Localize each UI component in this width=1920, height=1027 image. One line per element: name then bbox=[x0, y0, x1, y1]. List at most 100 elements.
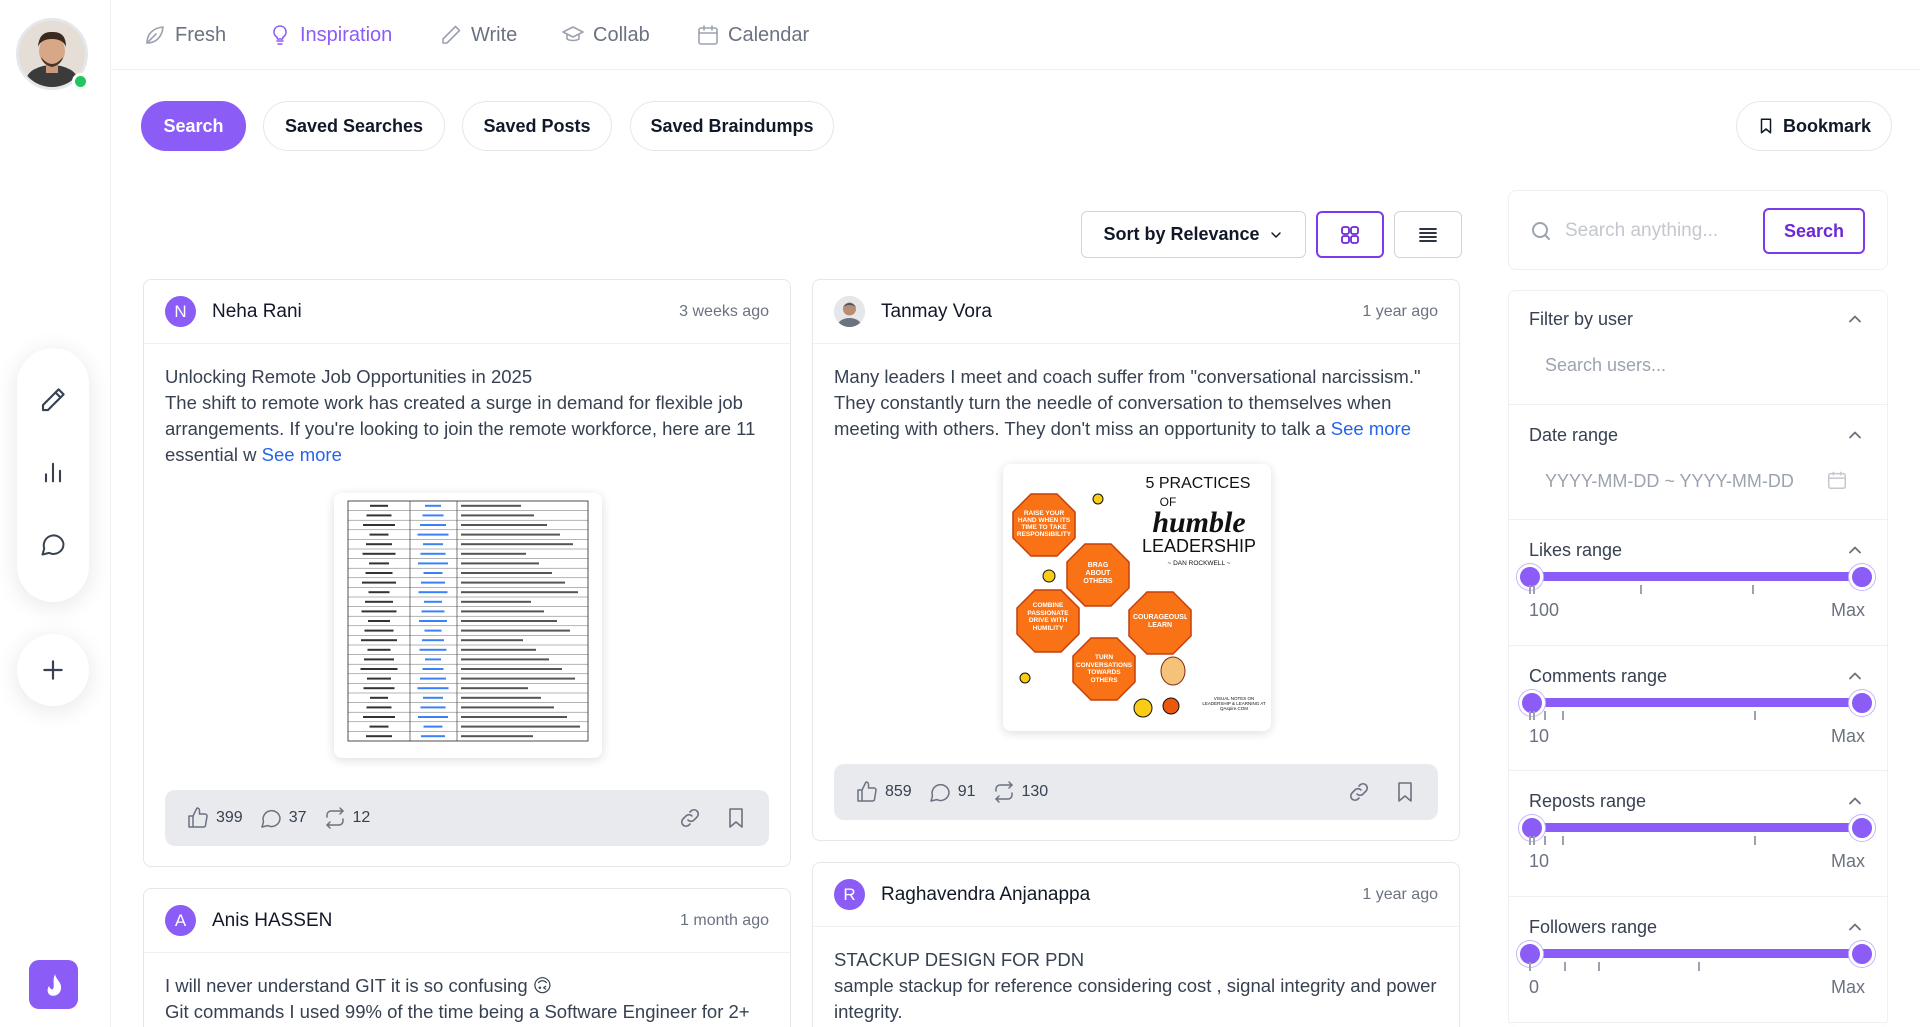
bookmark-icon bbox=[1760, 118, 1772, 134]
reposts-stat[interactable]: 130 bbox=[992, 780, 1048, 804]
sort-label: Sort by Relevance bbox=[1103, 224, 1260, 244]
user-search-input[interactable] bbox=[1545, 351, 1845, 379]
range-max-label: Max bbox=[1831, 977, 1866, 997]
tab-saved-braindumps[interactable]: Saved Braindumps bbox=[630, 101, 834, 151]
bookmark-icon[interactable] bbox=[724, 806, 748, 830]
search-icon bbox=[1532, 222, 1550, 240]
likes-stat[interactable]: 399 bbox=[186, 806, 243, 830]
filter-user-section: Filter by user bbox=[1509, 291, 1887, 405]
chevron-up-icon[interactable] bbox=[1845, 309, 1865, 329]
comment-icon bbox=[260, 809, 281, 828]
post-text: Unlocking Remote Job Opportunities in 20… bbox=[144, 344, 790, 468]
reposts-slider-min-handle[interactable] bbox=[1519, 815, 1545, 841]
likes-slider-track[interactable] bbox=[1529, 572, 1862, 581]
comments-stat[interactable]: 37 bbox=[259, 806, 307, 830]
sort-dropdown[interactable]: Sort by Relevance bbox=[1081, 211, 1306, 258]
post-card[interactable]: Tanmay Vora 1 year ago Many leaders I me… bbox=[812, 279, 1460, 841]
list-view-button[interactable] bbox=[1394, 211, 1462, 258]
practice-label: RAISE YOUR HAND WHEN ITS TIME TO TAKE RE… bbox=[1016, 510, 1072, 538]
link-icon[interactable] bbox=[1347, 780, 1371, 804]
followers-slider-track[interactable] bbox=[1529, 949, 1862, 958]
post-line: The shift to remote work has created a s… bbox=[165, 392, 756, 465]
link-icon[interactable] bbox=[678, 806, 702, 830]
infographic-title: 5 PRACTICES bbox=[1146, 475, 1251, 492]
nav-item-fresh[interactable]: Fresh bbox=[143, 20, 226, 50]
chevron-up-icon[interactable] bbox=[1845, 917, 1865, 937]
author-avatar: A bbox=[165, 905, 196, 936]
followers-slider-max-handle[interactable] bbox=[1849, 941, 1875, 967]
post-time: 1 year ago bbox=[1362, 302, 1438, 320]
filter-date-section: Date range bbox=[1509, 405, 1887, 520]
post-image-infographic[interactable]: 5 PRACTICES OF humble LEADERSHIP ~ DAN R… bbox=[1003, 464, 1271, 731]
comments-slider-track[interactable] bbox=[1529, 698, 1862, 707]
post-text: Many leaders I meet and coach suffer fro… bbox=[813, 344, 1459, 442]
post-image-document[interactable] bbox=[334, 493, 602, 758]
comments-count: 91 bbox=[957, 783, 976, 800]
search-button[interactable]: Search bbox=[1763, 208, 1865, 254]
post-card[interactable]: R Raghavendra Anjanappa 1 year ago STACK… bbox=[812, 862, 1460, 1027]
grid-view-button[interactable] bbox=[1316, 211, 1384, 258]
chevron-up-icon[interactable] bbox=[1845, 425, 1865, 445]
nav-item-inspiration[interactable]: Inspiration bbox=[268, 20, 392, 50]
reposts-count: 12 bbox=[352, 809, 371, 826]
likes-stat[interactable]: 859 bbox=[855, 780, 912, 804]
nav-item-write[interactable]: Write bbox=[439, 20, 517, 50]
bookmark-icon[interactable] bbox=[1393, 780, 1417, 804]
reposts-stat[interactable]: 12 bbox=[323, 806, 371, 830]
bookmark-button[interactable]: Bookmark bbox=[1736, 101, 1892, 151]
post-line: I will never understand GIT it is so con… bbox=[165, 975, 553, 996]
practice-label: COURAGEOUSLY LEARN bbox=[1133, 614, 1187, 629]
top-nav: Fresh Inspiration Write Collab Calendar bbox=[111, 0, 1920, 70]
calendar-icon[interactable] bbox=[1826, 469, 1848, 491]
nav-item-calendar[interactable]: Calendar bbox=[696, 20, 809, 50]
reposts-slider-track[interactable] bbox=[1529, 823, 1862, 832]
slider-tick bbox=[1529, 711, 1531, 720]
graduation-cap-icon bbox=[562, 26, 584, 42]
pencil-icon[interactable] bbox=[37, 384, 69, 416]
post-card[interactable]: N Neha Rani 3 weeks ago Unlocking Remote… bbox=[143, 279, 791, 867]
slider-tick bbox=[1529, 836, 1531, 845]
author-name[interactable]: Neha Rani bbox=[212, 301, 679, 323]
date-range-input[interactable] bbox=[1545, 467, 1805, 495]
grid-icon bbox=[1341, 225, 1359, 244]
likes-count: 399 bbox=[216, 809, 243, 826]
slider-tick bbox=[1533, 585, 1535, 594]
comments-slider-max-handle[interactable] bbox=[1849, 690, 1875, 716]
message-circle-icon[interactable] bbox=[37, 528, 69, 560]
post-card[interactable]: A Anis HASSEN 1 month ago I will never u… bbox=[143, 888, 791, 1027]
bar-chart-icon[interactable] bbox=[37, 456, 69, 488]
author-name[interactable]: Raghavendra Anjanappa bbox=[881, 884, 1362, 906]
post-line: STACKUP DESIGN FOR PDN bbox=[834, 949, 1085, 970]
see-more-link[interactable]: See more bbox=[1331, 418, 1411, 439]
tab-search[interactable]: Search bbox=[141, 101, 246, 151]
brand-logo-button[interactable] bbox=[29, 960, 78, 1009]
comments-slider-min-handle[interactable] bbox=[1519, 690, 1545, 716]
chevron-up-icon[interactable] bbox=[1845, 540, 1865, 560]
filter-title: Reposts range bbox=[1529, 791, 1647, 811]
author-name[interactable]: Tanmay Vora bbox=[881, 301, 1362, 323]
author-name[interactable]: Anis HASSEN bbox=[212, 910, 680, 932]
comments-stat[interactable]: 91 bbox=[928, 780, 976, 804]
search-input[interactable] bbox=[1565, 211, 1755, 251]
practice-label: BRAG ABOUT OTHERS bbox=[1083, 562, 1113, 585]
likes-slider-max-handle[interactable] bbox=[1849, 564, 1875, 590]
chevron-up-icon[interactable] bbox=[1845, 791, 1865, 811]
add-button[interactable] bbox=[17, 634, 89, 706]
nav-item-collab[interactable]: Collab bbox=[561, 20, 650, 50]
tab-saved-searches[interactable]: Saved Searches bbox=[263, 101, 445, 151]
slider-tick bbox=[1529, 962, 1531, 971]
range-min-label: 10 bbox=[1529, 851, 1550, 871]
slider-tick bbox=[1544, 711, 1546, 720]
chevron-up-icon[interactable] bbox=[1845, 666, 1865, 686]
see-more-link[interactable]: See more bbox=[262, 444, 342, 465]
leaf-icon bbox=[146, 26, 164, 44]
post-line: Unlocking Remote Job Opportunities in 20… bbox=[165, 366, 533, 387]
reposts-slider-max-handle[interactable] bbox=[1849, 815, 1875, 841]
pencil-icon bbox=[442, 25, 461, 44]
tab-saved-posts[interactable]: Saved Posts bbox=[462, 101, 612, 151]
post-time: 3 weeks ago bbox=[679, 302, 769, 320]
nav-label: Inspiration bbox=[300, 23, 393, 46]
post-line: sample stackup for reference considering… bbox=[834, 975, 1437, 1022]
slider-tick bbox=[1544, 836, 1546, 845]
post-time: 1 month ago bbox=[680, 911, 769, 929]
